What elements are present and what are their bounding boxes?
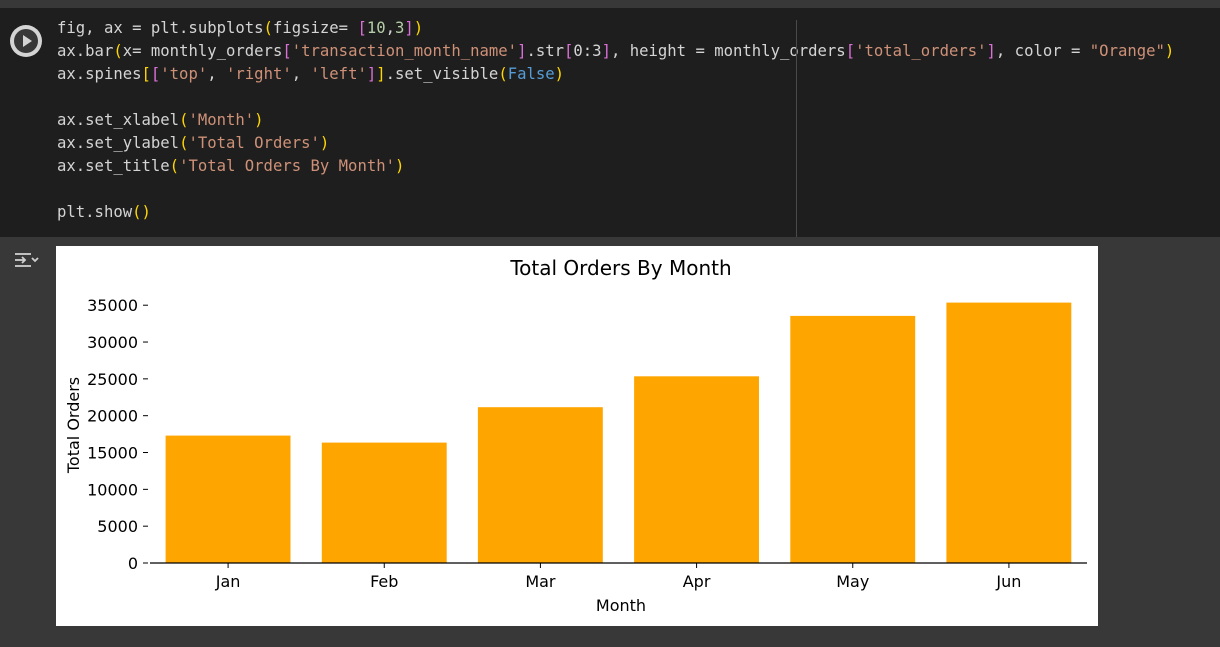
code-line: plt.show() — [57, 201, 1174, 224]
code-token: [ — [150, 65, 161, 83]
bar-chart: Total Orders By Month Total Orders Month… — [64, 256, 1087, 615]
code-token: ax.set_ylabel — [57, 134, 180, 152]
bar-mar — [477, 407, 603, 563]
code-token: [ — [141, 65, 151, 83]
code-line: ax.bar(x= monthly_orders['transaction_mo… — [57, 40, 1174, 63]
y-tick-label: 10000 — [87, 480, 138, 499]
code-token: [ — [845, 42, 856, 60]
code-token: , height = monthly_orders — [610, 42, 846, 60]
code-token: 3 — [395, 19, 405, 37]
code-token: ( — [113, 42, 123, 60]
plot-output-image: Total Orders By Month Total Orders Month… — [56, 246, 1098, 626]
code-token: 'right' — [226, 65, 292, 83]
y-axis-label: Total Orders — [64, 377, 83, 474]
code-token: ( — [132, 203, 142, 221]
code-token: False — [507, 65, 555, 83]
code-editor[interactable]: fig, ax = plt.subplots(figsize= [10,3]) a… — [57, 17, 1174, 224]
code-token: "Orange" — [1089, 42, 1165, 60]
bar-feb — [321, 442, 447, 563]
code-line: ax.set_ylabel('Total Orders') — [57, 132, 1174, 155]
output-toggle-icon — [15, 253, 39, 267]
x-tick-label: Mar — [525, 572, 556, 591]
code-token: 'Total Orders By Month' — [179, 157, 395, 175]
x-axis-label: Month — [596, 596, 646, 615]
code-token: ) — [413, 19, 424, 37]
code-token: ] — [404, 19, 414, 37]
code-token: ax.set_title — [57, 157, 170, 175]
bar-may — [790, 315, 916, 563]
output-toggle-button[interactable] — [12, 249, 40, 271]
run-cell-button[interactable] — [10, 25, 42, 57]
code-token: 'Total Orders' — [188, 134, 320, 152]
editor-ruler — [796, 20, 797, 245]
code-token: ) — [395, 157, 405, 175]
x-tick-label: Apr — [683, 572, 711, 591]
code-token: ( — [263, 19, 273, 37]
code-token: ] — [366, 65, 377, 83]
code-token: 10 — [366, 19, 386, 37]
code-token: plt.show — [57, 203, 133, 221]
code-token: ( — [169, 157, 180, 175]
code-token: 'total_orders' — [855, 42, 987, 60]
code-token: ax.bar — [57, 42, 114, 60]
code-token: ) — [554, 65, 565, 83]
code-token: ax.set_xlabel — [57, 111, 180, 129]
bar-apr — [634, 376, 759, 563]
code-token: 'transaction_month_name' — [291, 42, 518, 60]
code-token: 'top' — [160, 65, 208, 83]
x-tick-label: Feb — [370, 572, 398, 591]
code-token: , — [385, 19, 395, 37]
y-tick-label: 20000 — [87, 407, 138, 426]
bar-jan — [165, 435, 291, 563]
play-icon — [14, 29, 38, 53]
code-token: ] — [986, 42, 996, 60]
y-tick-label: 25000 — [87, 370, 138, 389]
y-tick-label: 15000 — [87, 444, 138, 463]
code-line: fig, ax = plt.subplots(figsize= [10,3]) — [57, 17, 1174, 40]
x-tick-label: Jun — [995, 572, 1021, 591]
code-token: [ — [357, 19, 367, 37]
code-line: ax.spines[['top', 'right', 'left']].set_… — [57, 63, 1174, 86]
code-token: [ — [282, 42, 292, 60]
code-token: fig, ax = plt.subplots — [57, 19, 264, 37]
code-token: ( — [498, 65, 508, 83]
top-strip — [0, 0, 1220, 8]
y-tick-label: 35000 — [87, 296, 138, 315]
code-token: 'left' — [310, 65, 367, 83]
chart-title: Total Orders By Month — [509, 256, 731, 280]
code-token: ) — [319, 134, 330, 152]
code-token: [ — [564, 42, 574, 60]
code-token: , — [207, 65, 227, 83]
code-token: ) — [254, 111, 264, 129]
x-tick-label: May — [836, 572, 869, 591]
code-token: ] — [376, 65, 386, 83]
code-token: x= monthly_orders — [122, 42, 283, 60]
code-token: .str — [526, 42, 565, 60]
bar-jun — [946, 302, 1072, 563]
code-token: .set_visible — [385, 65, 499, 83]
code-token: ) — [1164, 42, 1175, 60]
code-token: , color = — [995, 42, 1090, 60]
y-tick-label: 5000 — [97, 517, 138, 536]
code-token: 'Month' — [188, 111, 255, 129]
code-line: ax.set_xlabel('Month') — [57, 109, 1174, 132]
code-token: ] — [601, 42, 611, 60]
x-tick-label: Jan — [215, 572, 241, 591]
code-line: ax.set_title('Total Orders By Month') — [57, 155, 1174, 178]
code-token: figsize= — [272, 19, 358, 37]
code-cell[interactable]: fig, ax = plt.subplots(figsize= [10,3]) a… — [0, 8, 1220, 245]
code-token: ) — [141, 203, 151, 221]
y-tick-label: 30000 — [87, 333, 138, 352]
y-tick-label: 0 — [128, 554, 138, 573]
code-token: ax.spines — [57, 65, 142, 83]
code-token: , — [291, 65, 311, 83]
code-token: 0:3 — [573, 42, 602, 60]
